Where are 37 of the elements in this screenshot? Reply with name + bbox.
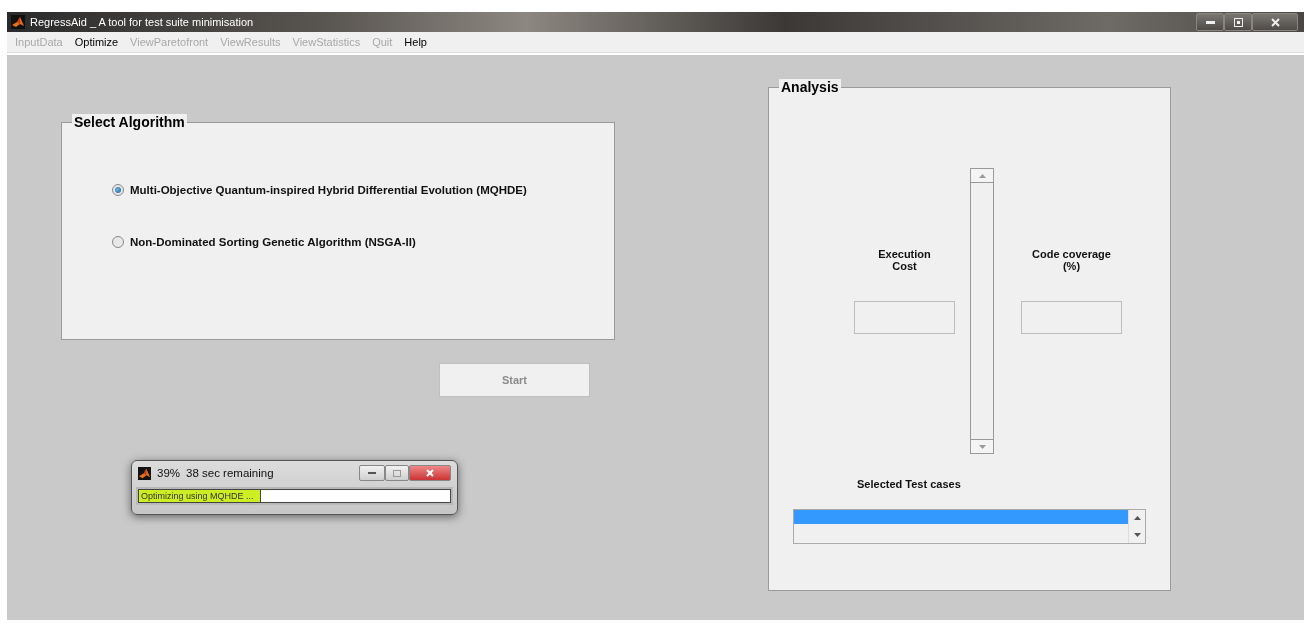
close-icon xyxy=(1270,17,1280,27)
radio-label: Non-Dominated Sorting Genetic Algorithm (NSGA-II) xyxy=(130,236,416,248)
close-icon xyxy=(426,469,434,477)
selected-test-cases-label: Selected Test cases xyxy=(857,478,962,490)
panel-title: Analysis xyxy=(779,79,841,95)
up-arrow-icon[interactable] xyxy=(1133,516,1141,521)
radio-label: Multi-Objective Quantum-inspired Hybrid Differential Evolution (MQHDE) xyxy=(130,184,527,196)
minimize-icon xyxy=(1205,20,1215,24)
maximize-button[interactable] xyxy=(385,465,409,481)
radio-button[interactable] xyxy=(112,236,124,248)
minimize-icon xyxy=(368,472,376,474)
window-title: RegressAid _ A tool for test suite minimisation xyxy=(30,16,254,28)
logo-icon xyxy=(11,15,25,29)
restore-icon xyxy=(1233,17,1243,27)
close-button[interactable] xyxy=(1252,13,1298,31)
time-remaining: 38 sec remaining xyxy=(186,467,274,479)
radio-button[interactable] xyxy=(112,184,124,196)
execution-cost-label: Execution Cost xyxy=(877,248,932,272)
minimize-button[interactable] xyxy=(1196,13,1224,31)
execution-cost-field[interactable] xyxy=(854,301,955,334)
up-arrow-icon xyxy=(978,173,986,178)
radio-option[interactable]: Multi-Objective Quantum-inspired Hybrid Differential Evolution (MQHDE) xyxy=(112,184,614,196)
minimize-button[interactable] xyxy=(359,465,385,481)
down-arrow-icon[interactable] xyxy=(1133,532,1141,537)
progress-percent: 39% xyxy=(157,467,181,479)
progress-message: Optimizing using MQHDE ... xyxy=(141,490,254,502)
logo-icon xyxy=(138,466,151,480)
code-coverage-label: Code coverage (%) xyxy=(1031,248,1112,272)
menu-item[interactable]: Help xyxy=(404,36,427,48)
maximize-icon xyxy=(393,469,401,477)
code-coverage-field[interactable] xyxy=(1021,301,1122,334)
panel-title: Select Algorithm xyxy=(72,114,187,130)
menu-item[interactable]: Optimize xyxy=(74,36,119,48)
close-button[interactable] xyxy=(409,465,451,481)
down-arrow-icon xyxy=(978,444,986,449)
maximize-button[interactable] xyxy=(1224,13,1252,31)
radio-option[interactable]: Non-Dominated Sorting Genetic Algorithm (NSGA-II) xyxy=(112,236,614,248)
